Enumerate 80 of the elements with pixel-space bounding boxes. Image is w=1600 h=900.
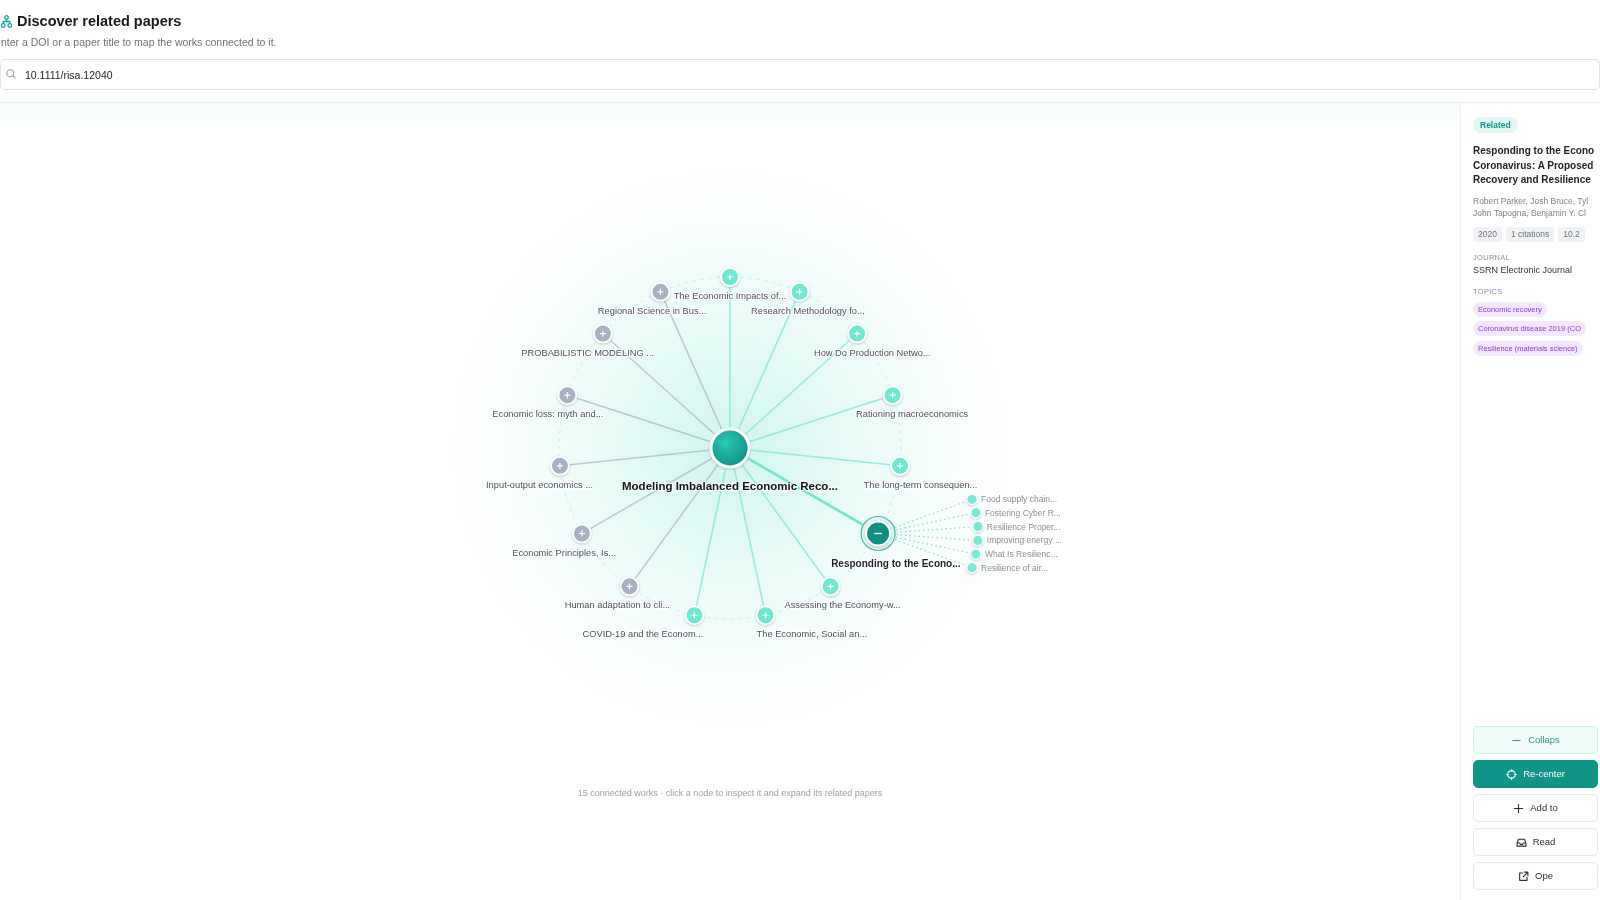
node-label: How Do Production Netwo... [813,347,931,358]
node-label: Input-output economics ... [486,479,593,490]
graph-node[interactable] [789,281,810,302]
plus-icon [556,462,564,470]
meta-tag: 2020 [1473,226,1502,242]
node-label: Rationing macroeconomics [856,409,969,420]
plus-icon [1513,802,1525,814]
relation-tag: Related [1473,117,1518,133]
child-node[interactable] [966,493,978,506]
child-label: Fostering Cyber R... [984,507,1061,518]
meta-tag: 1 citations [1505,226,1555,242]
plus-icon [796,288,803,295]
plus-icon [564,391,571,399]
graph-node[interactable] [549,455,570,476]
page-title: Discover related papers [17,12,182,30]
add-button[interactable]: Add to [1473,794,1598,822]
paper-title: Responding to the Econo Coronavirus: A Proposed Recovery and Resilience [1473,144,1596,187]
read-button[interactable]: Read [1473,828,1598,856]
plus-icon [853,330,861,337]
plus-icon [578,530,586,537]
plus-icon [827,583,834,590]
plus-icon [726,273,734,281]
center-label: Modeling Imbalanced Economic Reco... [622,480,838,492]
plus-icon [762,612,769,619]
node-label: The long-term consequen... [863,479,978,490]
network-icon [1,14,12,28]
node-label: The Economic, Social an... [756,629,868,640]
author-list: Robert Parker, Josh Bruce, Tyl John Tapogna, Benjamin Y. Cl [1473,194,1598,219]
graph-node[interactable] [755,605,776,626]
child-label: What Is Resilienc... [984,549,1058,560]
crosshair-icon [1506,768,1518,780]
node-label: The Economic Impacts of... [673,291,787,301]
graph-node[interactable] [820,576,841,597]
graph-node[interactable] [592,323,613,344]
meta-tag: 10.2 [1558,226,1585,242]
node-label: Research Methodology fo... [751,305,865,316]
node-label: Human adaptation to cli... [564,600,671,611]
graph-node[interactable] [557,385,578,406]
node-label: Assessing the Economy-w... [784,600,901,611]
graph-node[interactable] [847,323,868,344]
page-subtitle: nter a DOI or a paper title to map the works connected to it. [0,35,278,49]
journal-name: SSRN Electronic Journal [1473,263,1574,276]
plus-icon [626,583,633,590]
graph-caption: 15 connected works · click a node to inspect it and expand its related papers [577,788,883,798]
plus-icon [889,391,896,399]
graph-node[interactable] [571,523,592,544]
graph-node[interactable] [890,455,911,476]
node-label: Regional Science in Bus... [597,305,707,316]
collapse-button[interactable]: Collaps [1473,726,1598,754]
graph-node[interactable] [882,385,903,406]
plus-icon [896,462,904,470]
plus-icon [657,288,664,295]
external-link-icon [1518,870,1529,882]
open-button[interactable]: Ope [1473,862,1598,890]
child-node[interactable] [971,520,984,533]
node-label: Responding to the Econo... [831,558,961,569]
child-node[interactable] [969,548,982,561]
child-label: Resilience of air... [981,562,1049,573]
child-node[interactable] [971,534,984,547]
child-label: Food supply chain... [981,494,1058,505]
graph-node[interactable] [684,605,705,626]
graph-node[interactable] [619,576,640,597]
node-label: Economic loss: myth and... [492,409,604,420]
minus-icon [874,532,882,535]
child-node[interactable] [966,561,978,574]
center-node[interactable] [709,427,751,469]
recenter-button[interactable]: Re-center [1473,760,1598,788]
graph-node[interactable] [720,267,740,287]
tray-icon [1515,836,1527,848]
node-label: PROBABILISTIC MODELING ... [521,347,655,358]
graph-node[interactable] [650,281,671,302]
node-label: Economic Principles, Is... [512,547,617,558]
node-label: COVID-19 and the Econom... [582,629,704,640]
search-field[interactable]: 10.1111/risa.12040 [0,59,1600,90]
plus-icon [599,330,607,337]
child-label: Improving energy ... [986,535,1062,546]
plus-icon [691,612,698,619]
child-label: Resilience Proper... [986,521,1061,532]
search-icon [6,69,16,79]
child-node[interactable] [969,506,982,519]
